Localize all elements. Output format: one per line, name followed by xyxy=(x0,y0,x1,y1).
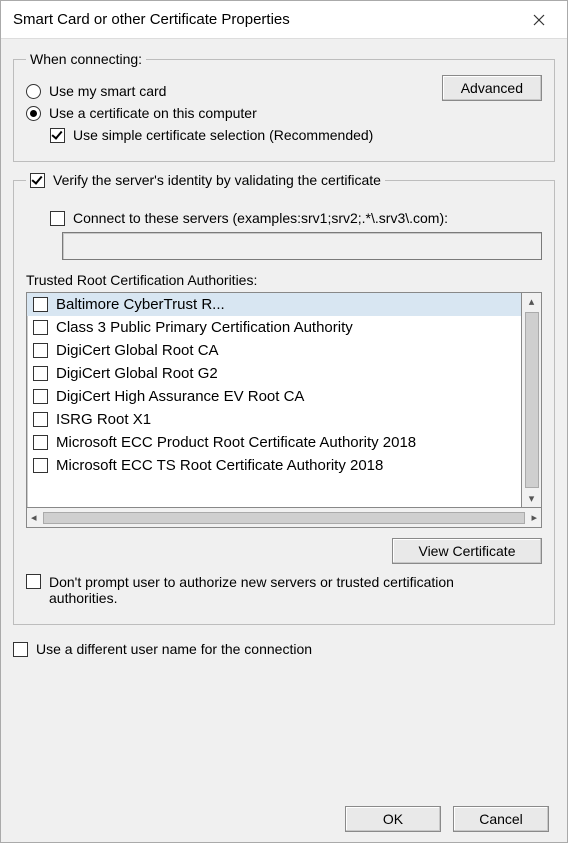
cancel-button[interactable]: Cancel xyxy=(453,806,549,832)
ca-item-checkbox[interactable] xyxy=(33,458,48,473)
ca-item[interactable]: Microsoft ECC TS Root Certificate Author… xyxy=(27,454,521,477)
different-user-label: Use a different user name for the connec… xyxy=(36,641,312,657)
servers-input[interactable] xyxy=(62,232,542,260)
ca-item-checkbox[interactable] xyxy=(33,412,48,427)
scroll-thumb[interactable] xyxy=(525,312,539,488)
ca-item[interactable]: Class 3 Public Primary Certification Aut… xyxy=(27,316,521,339)
ca-item-label: Class 3 Public Primary Certification Aut… xyxy=(56,319,353,336)
scroll-down-icon: ▾ xyxy=(529,490,535,507)
window-title: Smart Card or other Certificate Properti… xyxy=(13,11,290,28)
advanced-button[interactable]: Advanced xyxy=(442,75,542,101)
ca-item[interactable]: DigiCert Global Root G2 xyxy=(27,362,521,385)
ca-item[interactable]: Baltimore CyberTrust R... xyxy=(27,293,521,316)
use-smart-card-radio[interactable] xyxy=(26,84,41,99)
ca-item-label: ISRG Root X1 xyxy=(56,411,151,428)
ca-listbox[interactable]: Baltimore CyberTrust R... Class 3 Public … xyxy=(26,292,522,508)
ca-item[interactable]: Microsoft ECC Product Root Certificate A… xyxy=(27,431,521,454)
ca-horizontal-scrollbar[interactable]: ◂ ▸ xyxy=(26,508,542,528)
ca-item-checkbox[interactable] xyxy=(33,343,48,358)
ca-list-label: Trusted Root Certification Authorities: xyxy=(26,272,542,288)
ca-item-label: Baltimore CyberTrust R... xyxy=(56,296,225,313)
ca-item[interactable]: ISRG Root X1 xyxy=(27,408,521,431)
ok-button[interactable]: OK xyxy=(345,806,441,832)
when-connecting-group: When connecting: Advanced Use my smart c… xyxy=(13,51,555,162)
ca-item[interactable]: DigiCert Global Root CA xyxy=(27,339,521,362)
close-icon xyxy=(533,14,545,26)
ca-item-label: Microsoft ECC TS Root Certificate Author… xyxy=(56,457,383,474)
dialog-buttons: OK Cancel xyxy=(13,802,555,832)
use-certificate-radio[interactable] xyxy=(26,106,41,121)
dialog-window: Smart Card or other Certificate Properti… xyxy=(0,0,568,843)
connect-servers-checkbox[interactable] xyxy=(50,211,65,226)
ca-item-checkbox[interactable] xyxy=(33,435,48,450)
verify-identity-label: Verify the server's identity by validati… xyxy=(53,172,381,188)
client-area: When connecting: Advanced Use my smart c… xyxy=(1,39,567,842)
use-smart-card-label: Use my smart card xyxy=(49,83,166,99)
ca-item-label: DigiCert High Assurance EV Root CA xyxy=(56,388,304,405)
ca-vertical-scrollbar[interactable]: ▴ ▾ xyxy=(522,292,542,508)
view-certificate-button[interactable]: View Certificate xyxy=(392,538,542,564)
verify-legend: Verify the server's identity by validati… xyxy=(26,172,385,188)
ca-item-checkbox[interactable] xyxy=(33,297,48,312)
ca-item-label: DigiCert Global Root CA xyxy=(56,342,219,359)
when-connecting-legend: When connecting: xyxy=(26,51,146,67)
ca-item-label: Microsoft ECC Product Root Certificate A… xyxy=(56,434,416,451)
use-certificate-label: Use a certificate on this computer xyxy=(49,105,257,121)
simple-selection-label: Use simple certificate selection (Recomm… xyxy=(73,127,373,143)
connect-servers-label: Connect to these servers (examples:srv1;… xyxy=(73,210,448,226)
dont-prompt-checkbox[interactable] xyxy=(26,574,41,589)
ca-item-label: DigiCert Global Root G2 xyxy=(56,365,218,382)
scroll-left-icon: ◂ xyxy=(31,511,37,524)
scroll-up-icon: ▴ xyxy=(529,293,535,310)
ca-item-checkbox[interactable] xyxy=(33,366,48,381)
verify-group: Verify the server's identity by validati… xyxy=(13,172,555,625)
dont-prompt-label: Don't prompt user to authorize new serve… xyxy=(49,574,489,606)
ca-item-checkbox[interactable] xyxy=(33,320,48,335)
close-button[interactable] xyxy=(521,6,557,34)
hscroll-thumb[interactable] xyxy=(43,512,526,524)
ca-item-checkbox[interactable] xyxy=(33,389,48,404)
different-user-checkbox[interactable] xyxy=(13,642,28,657)
titlebar: Smart Card or other Certificate Properti… xyxy=(1,1,567,39)
simple-selection-checkbox[interactable] xyxy=(50,128,65,143)
verify-identity-checkbox[interactable] xyxy=(30,173,45,188)
scroll-right-icon: ▸ xyxy=(531,511,537,524)
ca-item[interactable]: DigiCert High Assurance EV Root CA xyxy=(27,385,521,408)
